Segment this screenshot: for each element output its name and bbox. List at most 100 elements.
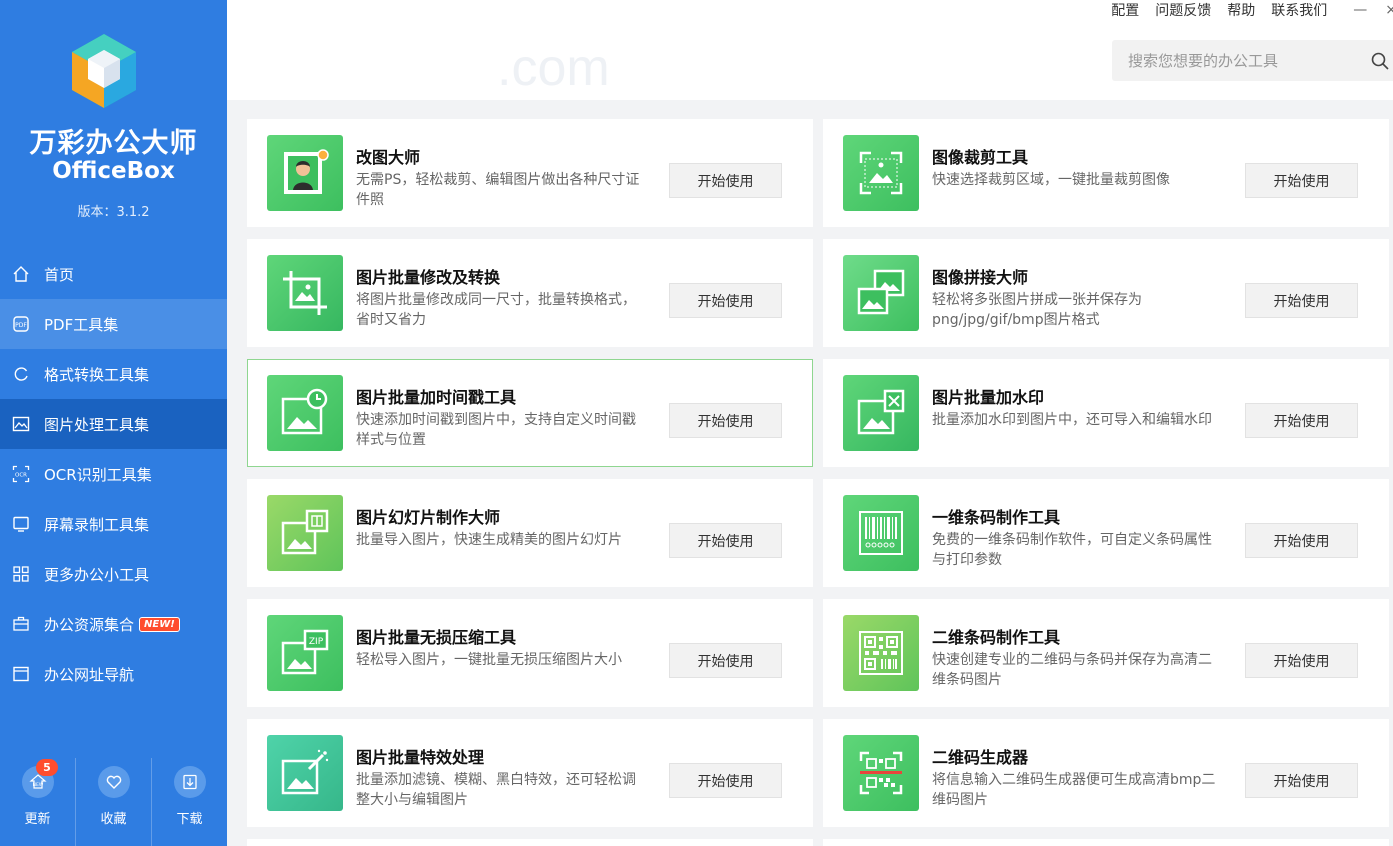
sidebar-item-screen-record[interactable]: 屏幕录制工具集 xyxy=(0,499,227,549)
update-button[interactable]: NEW 5 更新 xyxy=(0,758,75,846)
sidebar-item-web-nav[interactable]: 办公网址导航 xyxy=(0,649,227,699)
contact-link[interactable]: 联系我们 xyxy=(1271,0,1327,20)
tool-title: 一维条码制作工具 xyxy=(932,508,1061,527)
tool-card[interactable]: ZIP 图片批量无损压缩工具 轻松导入图片，一键批量无损压缩图片大小 开始使用 xyxy=(247,599,813,707)
pdf-icon: PDF xyxy=(7,314,35,334)
download-button[interactable]: 下载 xyxy=(151,758,227,846)
tool-description: 快速选择裁剪区域，一键批量裁剪图像 xyxy=(932,172,1170,188)
sidebar-item-label: OCR识别工具集 xyxy=(44,465,152,484)
start-button[interactable]: 开始使用 xyxy=(669,523,782,558)
zip-icon: ZIP xyxy=(267,615,343,691)
minimize-button[interactable]: — xyxy=(1353,2,1367,18)
id-photo-icon xyxy=(267,135,343,211)
start-button[interactable]: 开始使用 xyxy=(669,283,782,318)
sidebar-nav: 首页 PDF PDF工具集 格式转换工具集 图片处理工具集 OCR OCR识别工… xyxy=(0,249,227,699)
app-logo xyxy=(68,32,140,110)
qr-barcode-icon xyxy=(843,615,919,691)
tool-title: 图片幻灯片制作大师 xyxy=(356,508,501,527)
start-button[interactable]: 开始使用 xyxy=(1245,403,1358,438)
sidebar-item-home[interactable]: 首页 xyxy=(0,249,227,299)
start-button[interactable]: 开始使用 xyxy=(1245,163,1358,198)
sidebar-item-image[interactable]: 图片处理工具集 xyxy=(0,399,227,449)
tool-title: 图片批量无损压缩工具 xyxy=(356,628,517,647)
tool-card[interactable]: 图片批量加水印 批量添加水印到图片中，还可导入和编辑水印 开始使用 xyxy=(823,359,1389,467)
favorites-label: 收藏 xyxy=(100,812,127,827)
tool-description: 轻松导入图片，一键批量无损压缩图片大小 xyxy=(356,652,622,668)
tool-title: 二维码生成器 xyxy=(932,748,1029,767)
favorites-button[interactable]: 收藏 xyxy=(75,758,151,846)
start-button[interactable]: 开始使用 xyxy=(669,403,782,438)
sidebar-item-label: PDF工具集 xyxy=(44,315,119,334)
tool-card[interactable]: 图片批量加时间戳工具 快速添加时间戳到图片中，支持自定义时间戳样式与位置 开始使… xyxy=(247,359,813,467)
tool-card[interactable]: 图片批量特效处理 批量添加滤镜、模糊、黑白特效，还可轻松调整大小与编辑图片 开始… xyxy=(247,719,813,827)
download-label: 下载 xyxy=(176,812,203,827)
update-count-badge: 5 xyxy=(36,759,58,776)
sidebar-item-resources[interactable]: 办公资源集合 NEW! xyxy=(0,599,227,649)
sidebar-item-pdf[interactable]: PDF PDF工具集 xyxy=(0,299,227,349)
close-button[interactable]: × xyxy=(1385,2,1393,18)
search-input[interactable] xyxy=(1112,40,1342,81)
timestamp-icon xyxy=(267,375,343,451)
home-icon xyxy=(7,264,35,284)
sidebar-item-ocr[interactable]: OCR OCR识别工具集 xyxy=(0,449,227,499)
tool-card[interactable]: 改图大师 无需PS，轻松裁剪、编辑图片做出各种尺寸证件照 开始使用 xyxy=(247,119,813,227)
tool-title: 改图大师 xyxy=(356,148,421,167)
top-links: 配置 问题反馈 帮助 联系我们 — × xyxy=(1095,0,1393,20)
tool-description: 将图片批量修改成同一尺寸，批量转换格式，省时又省力 xyxy=(356,292,636,328)
tool-card[interactable]: 图片批量修改及转换 将图片批量修改成同一尺寸，批量转换格式，省时又省力 开始使用 xyxy=(247,239,813,347)
tool-title: 图片批量特效处理 xyxy=(356,748,485,767)
tool-description: 批量添加水印到图片中，还可导入和编辑水印 xyxy=(932,412,1212,428)
sidebar: 万彩办公大师 OfficeBox 版本：3.1.2 首页 PDF PDF工具集 … xyxy=(0,0,227,846)
download-icon xyxy=(173,766,206,798)
app-name: 万彩办公大师 xyxy=(29,128,198,159)
sidebar-item-more-tools[interactable]: 更多办公小工具 xyxy=(0,549,227,599)
browser-icon xyxy=(7,664,35,684)
feedback-link[interactable]: 问题反馈 xyxy=(1155,0,1211,20)
tool-title: 图像拼接大师 xyxy=(932,268,1029,287)
tool-title: 二维条码制作工具 xyxy=(932,628,1061,647)
tool-description: 免费的一维条码制作软件，可自定义条码属性与打印参数 xyxy=(932,532,1212,568)
tool-title: 图片批量加水印 xyxy=(932,388,1045,407)
update-label: 更新 xyxy=(24,812,51,827)
resize-icon xyxy=(267,255,343,331)
tool-title: 图片批量修改及转换 xyxy=(356,268,501,287)
start-button[interactable]: 开始使用 xyxy=(1245,523,1358,558)
tool-description: 轻松将多张图片拼成一张并保存为png/jpg/gif/bmp图片格式 xyxy=(932,292,1142,328)
start-button[interactable]: 开始使用 xyxy=(1245,283,1358,318)
tool-card[interactable]: 图像裁剪工具 快速选择裁剪区域，一键批量裁剪图像 开始使用 xyxy=(823,119,1389,227)
sidebar-item-label: 图片处理工具集 xyxy=(44,415,150,434)
start-button[interactable]: 开始使用 xyxy=(669,643,782,678)
start-button[interactable]: 开始使用 xyxy=(1245,643,1358,678)
search-icon[interactable] xyxy=(1370,51,1390,71)
tool-title: 图片批量加时间戳工具 xyxy=(356,388,517,407)
search-box xyxy=(1112,40,1393,81)
barcode-icon xyxy=(843,495,919,571)
tool-card[interactable]: 图片幻灯片制作大师 批量导入图片，快速生成精美的图片幻灯片 开始使用 xyxy=(247,479,813,587)
sidebar-item-label: 首页 xyxy=(44,265,75,284)
new-badge: NEW! xyxy=(139,616,180,632)
version-label: 版本：3.1.2 xyxy=(77,205,150,220)
ocr-icon: OCR xyxy=(7,464,35,484)
tool-title: 图像裁剪工具 xyxy=(932,148,1029,167)
tool-description: 将信息输入二维码生成器便可生成高清bmp二维码图片 xyxy=(932,772,1216,808)
sidebar-item-convert[interactable]: 格式转换工具集 xyxy=(0,349,227,399)
tool-description: 快速添加时间戳到图片中，支持自定义时间戳样式与位置 xyxy=(356,412,636,448)
start-button[interactable]: 开始使用 xyxy=(669,763,782,798)
tool-card-partial xyxy=(247,839,813,846)
top-bar: .com 配置 问题反馈 帮助 联系我们 — × xyxy=(227,0,1393,100)
tool-card[interactable]: 二维码生成器 将信息输入二维码生成器便可生成高清bmp二维码图片 开始使用 xyxy=(823,719,1389,827)
tool-card[interactable]: 一维条码制作工具 免费的一维条码制作软件，可自定义条码属性与打印参数 开始使用 xyxy=(823,479,1389,587)
sidebar-item-label: 更多办公小工具 xyxy=(44,565,150,584)
image-icon xyxy=(7,414,35,434)
tool-card[interactable]: 图像拼接大师 轻松将多张图片拼成一张并保存为png/jpg/gif/bmp图片格… xyxy=(823,239,1389,347)
watermark-icon xyxy=(843,375,919,451)
start-button[interactable]: 开始使用 xyxy=(1245,763,1358,798)
tool-card[interactable]: 二维条码制作工具 快速创建专业的二维码与条码并保存为高清二维条码图片 开始使用 xyxy=(823,599,1389,707)
screen-icon xyxy=(7,514,35,534)
stitch-icon xyxy=(843,255,919,331)
svg-text:ZIP: ZIP xyxy=(309,637,324,647)
settings-link[interactable]: 配置 xyxy=(1111,0,1139,20)
start-button[interactable]: 开始使用 xyxy=(669,163,782,198)
crop-image-icon xyxy=(843,135,919,211)
help-link[interactable]: 帮助 xyxy=(1227,0,1255,20)
